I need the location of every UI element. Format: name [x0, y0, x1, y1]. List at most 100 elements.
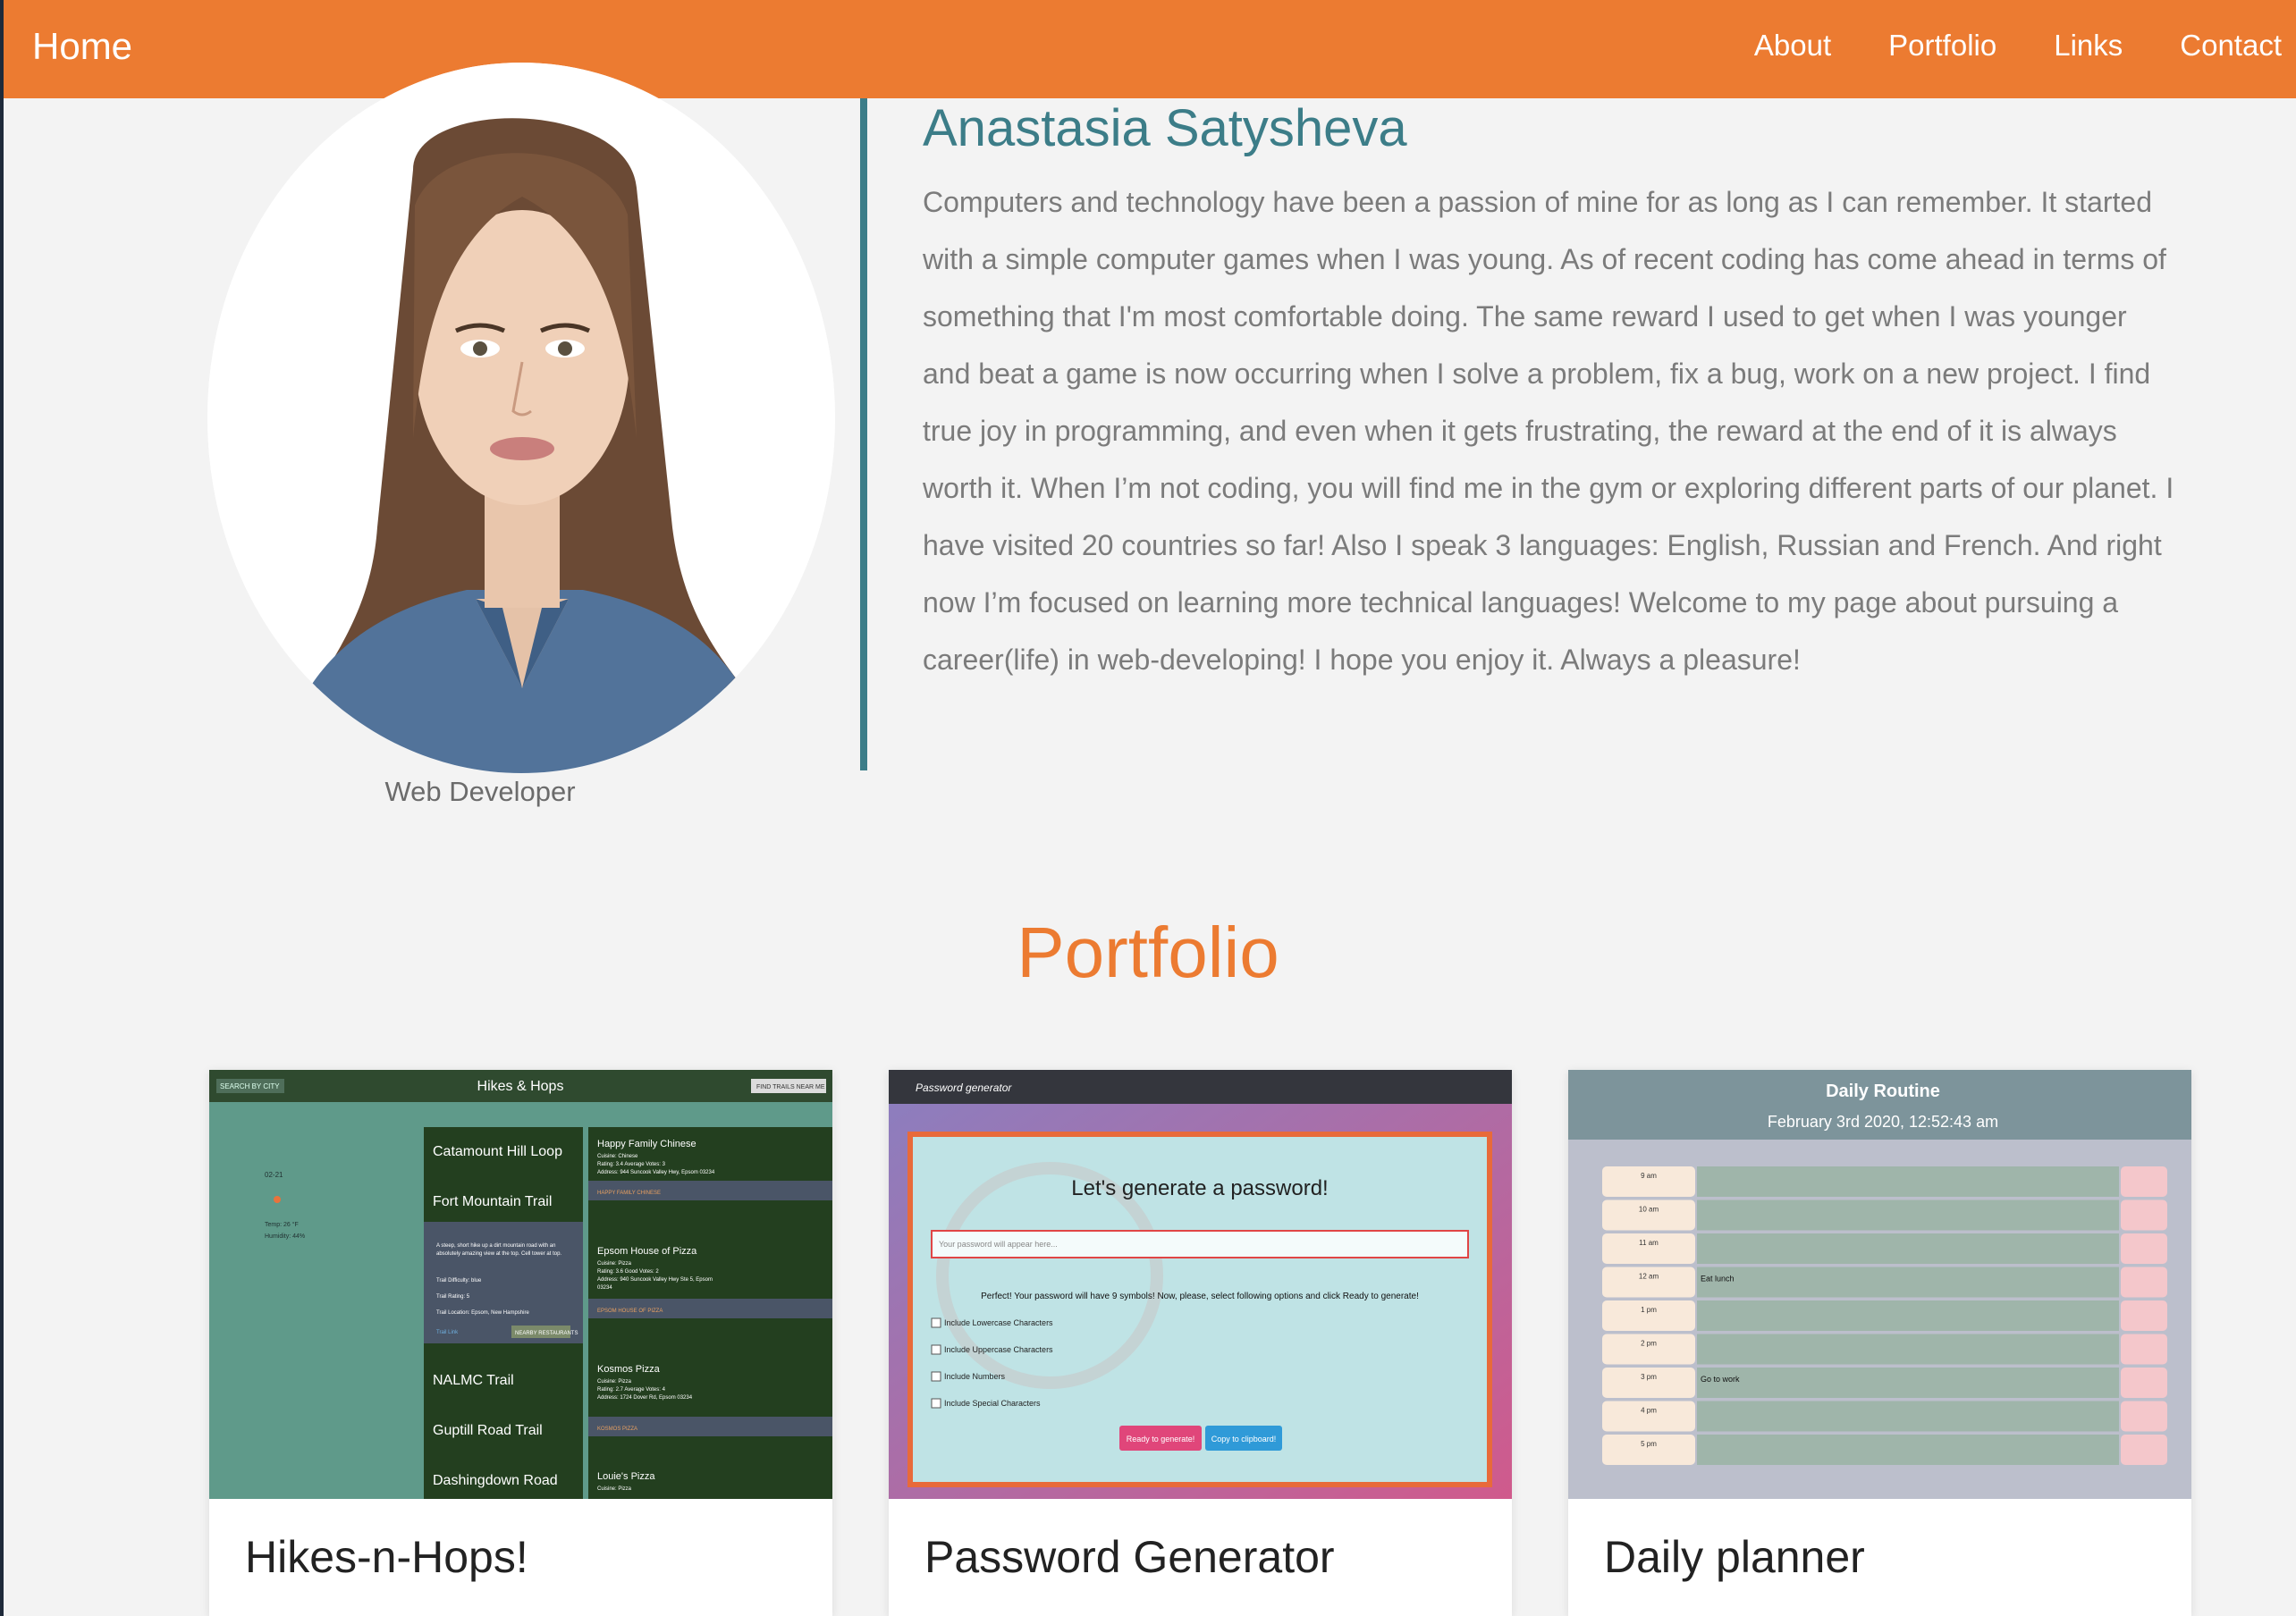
- thumb-restaurant-1-line: Address: 944 Suncook Valley Hwy, Epsom 0…: [597, 1170, 715, 1175]
- planner-hour-label: 9 am: [1641, 1172, 1657, 1180]
- navbar: Home About Portfolio Links Contact: [4, 0, 2296, 98]
- planner-save-button[interactable]: [2121, 1368, 2167, 1398]
- thumb-restaurant-2-line: Rating: 3.6 Good Votes: 2: [597, 1269, 659, 1275]
- thumb-trail-detail-4: Trail Rating: 5: [436, 1294, 470, 1300]
- project-title-hikes[interactable]: Hikes-n-Hops!: [245, 1531, 528, 1583]
- project-title-password[interactable]: Password Generator: [924, 1531, 1335, 1583]
- planner-hour-label: 1 pm: [1641, 1306, 1657, 1314]
- planner-entry[interactable]: [1697, 1267, 2119, 1298]
- thumb-pg-option-4: Include Special Characters: [944, 1399, 1041, 1408]
- planner-save-button[interactable]: [2121, 1300, 2167, 1331]
- thumb-trail-detail-7: NEARBY RESTAURANTS: [515, 1331, 578, 1336]
- thumb-trail-detail-1: A steep, short hike up a dirt mountain r…: [436, 1243, 555, 1249]
- planner-entry[interactable]: [1697, 1368, 2119, 1398]
- thumb-restaurant-3: Kosmos Pizza: [597, 1364, 661, 1375]
- thumb-pg-option-3: Include Numbers: [944, 1372, 1006, 1381]
- thumb-trail-detail-3: Trail Difficulty: blue: [436, 1278, 482, 1284]
- profile-role: Web Developer: [384, 776, 576, 807]
- planner-save-button[interactable]: [2121, 1435, 2167, 1465]
- thumb-trail-2: Fort Mountain Trail: [433, 1194, 552, 1209]
- planner-entry[interactable]: [1697, 1166, 2119, 1197]
- planner-hour-label: 3 pm: [1641, 1373, 1657, 1381]
- thumb-restaurant-1-tag: HAPPY FAMILY CHINESE: [597, 1191, 661, 1196]
- planner-hour-label: 4 pm: [1641, 1407, 1657, 1415]
- thumb-pg-copy: Copy to clipboard!: [1211, 1435, 1277, 1443]
- about-name: Anastasia Satysheva: [923, 99, 1407, 157]
- planner-entry[interactable]: [1697, 1401, 2119, 1432]
- thumb-restaurant-2-line: Address: 940 Suncook Valley Hwy Ste 5, E…: [597, 1277, 713, 1283]
- thumb-restaurant-3-line: Cuisine: Pizza: [597, 1379, 632, 1385]
- thumb-pg-option-1: Include Lowercase Characters: [944, 1318, 1053, 1327]
- portfolio-card-password[interactable]: Password generator Let's generate a pass…: [889, 1070, 1512, 1616]
- planner-save-button[interactable]: [2121, 1401, 2167, 1432]
- nav-home-link[interactable]: Home: [32, 25, 132, 68]
- profile-photo-illustration: [207, 63, 835, 773]
- thumb-planner-date: February 3rd 2020, 12:52:43 am: [1768, 1113, 1998, 1131]
- thumb-restaurant-3-line: Rating: 2.7 Average Votes: 4: [597, 1387, 666, 1393]
- thumb-find-label: FIND TRAILS NEAR ME: [756, 1084, 825, 1090]
- thumb-restaurant-4: Louie's Pizza: [597, 1471, 655, 1482]
- project-thumbnail-planner[interactable]: Daily Routine February 3rd 2020, 12:52:4…: [1568, 1070, 2191, 1499]
- thumb-pg-placeholder: Your password will appear here...: [939, 1240, 1058, 1249]
- thumb-weather-humidity: Humidity: 44%: [265, 1233, 305, 1240]
- about-divider: [860, 98, 867, 770]
- thumb-restaurant-1-line: Cuisine: Chinese: [597, 1154, 638, 1159]
- thumb-pg-message: Perfect! Your password will have 9 symbo…: [981, 1292, 1419, 1301]
- thumb-trail-1: Catamount Hill Loop: [433, 1144, 562, 1159]
- portfolio-card-hikes[interactable]: SEARCH BY CITY Hikes & Hops FIND TRAILS …: [209, 1070, 832, 1616]
- nav-contact-link[interactable]: Contact: [2180, 29, 2282, 63]
- about-bio: Computers and technology have been a pas…: [923, 186, 2174, 676]
- thumb-restaurant-2-line: Cuisine: Pizza: [597, 1261, 632, 1267]
- nav-portfolio-link[interactable]: Portfolio: [1888, 29, 1996, 63]
- planner-entry[interactable]: [1697, 1199, 2119, 1231]
- planner-hour-label: 12 am: [1639, 1273, 1659, 1281]
- thumb-planner-header: Daily Routine: [1826, 1082, 1940, 1101]
- planner-entry-text: Go to work: [1701, 1375, 1740, 1384]
- planner-entry-text: Eat lunch: [1701, 1275, 1735, 1284]
- thumb-trail-5: Dashingdown Road: [433, 1473, 558, 1488]
- thumb-pg-generate: Ready to generate!: [1127, 1435, 1195, 1443]
- thumb-restaurant-2-tag: EPSOM HOUSE OF PIZZA: [597, 1309, 663, 1314]
- portfolio-card-planner[interactable]: Daily Routine February 3rd 2020, 12:52:4…: [1568, 1070, 2191, 1616]
- thumb-trail-detail-6: Trail Link: [436, 1330, 459, 1335]
- planner-save-button[interactable]: [2121, 1199, 2167, 1231]
- nav-links: About Portfolio Links Contact: [1754, 29, 2282, 63]
- nav-about-link[interactable]: About: [1754, 29, 1831, 63]
- planner-save-button[interactable]: [2121, 1166, 2167, 1197]
- planner-entry[interactable]: [1697, 1435, 2119, 1465]
- thumb-trail-detail-2: absolutely amazing view at the top. Cell…: [436, 1251, 561, 1257]
- window-edge: [0, 0, 4, 1616]
- planner-entry[interactable]: [1697, 1233, 2119, 1264]
- thumb-restaurant-4-line: Cuisine: Pizza: [597, 1486, 632, 1492]
- planner-save-button[interactable]: [2121, 1334, 2167, 1365]
- portfolio-heading: Portfolio: [1017, 913, 1279, 992]
- thumb-trail-detail-5: Trail Location: Epsom, New Hampshire: [436, 1310, 529, 1316]
- planner-hour-label: 2 pm: [1641, 1340, 1657, 1348]
- planner-save-button[interactable]: [2121, 1233, 2167, 1264]
- thumb-trail-3: NALMC Trail: [433, 1373, 514, 1388]
- project-title-planner[interactable]: Daily planner: [1604, 1531, 1865, 1583]
- planner-hour-label: 5 pm: [1641, 1440, 1657, 1448]
- nav-links-link[interactable]: Links: [2054, 29, 2123, 63]
- thumb-header: Hikes & Hops: [477, 1079, 564, 1094]
- profile-photo: [207, 63, 835, 773]
- planner-hour-label: 10 am: [1639, 1206, 1659, 1214]
- thumb-restaurant-3-tag: KOSMOS PIZZA: [597, 1427, 637, 1432]
- planner-save-button[interactable]: [2121, 1267, 2167, 1298]
- thumb-weather-temp: Temp: 26 °F: [265, 1221, 299, 1228]
- thumb-restaurant-2-line: 03234: [597, 1285, 612, 1291]
- thumb-restaurant-1-line: Rating: 3.4 Average Votes: 3: [597, 1162, 666, 1167]
- thumb-restaurant-2: Epsom House of Pizza: [597, 1246, 697, 1257]
- planner-entry[interactable]: [1697, 1300, 2119, 1331]
- thumb-weather-date: 02-21: [265, 1171, 283, 1179]
- thumb-search-label: SEARCH BY CITY: [220, 1082, 280, 1090]
- planner-hour-label: 11 am: [1639, 1239, 1659, 1247]
- thumb-pg-option-2: Include Uppercase Characters: [944, 1345, 1053, 1354]
- planner-entry[interactable]: [1697, 1334, 2119, 1365]
- thumb-restaurant-3-line: Address: 1724 Dover Rd, Epsom 03234: [597, 1395, 693, 1401]
- thumb-pg-header: Password generator: [916, 1082, 1012, 1094]
- project-thumbnail-password[interactable]: Password generator Let's generate a pass…: [889, 1070, 1512, 1499]
- thumb-pg-heading: Let's generate a password!: [1071, 1176, 1328, 1200]
- thumb-restaurant-1: Happy Family Chinese: [597, 1139, 696, 1149]
- project-thumbnail-hikes[interactable]: SEARCH BY CITY Hikes & Hops FIND TRAILS …: [209, 1070, 832, 1499]
